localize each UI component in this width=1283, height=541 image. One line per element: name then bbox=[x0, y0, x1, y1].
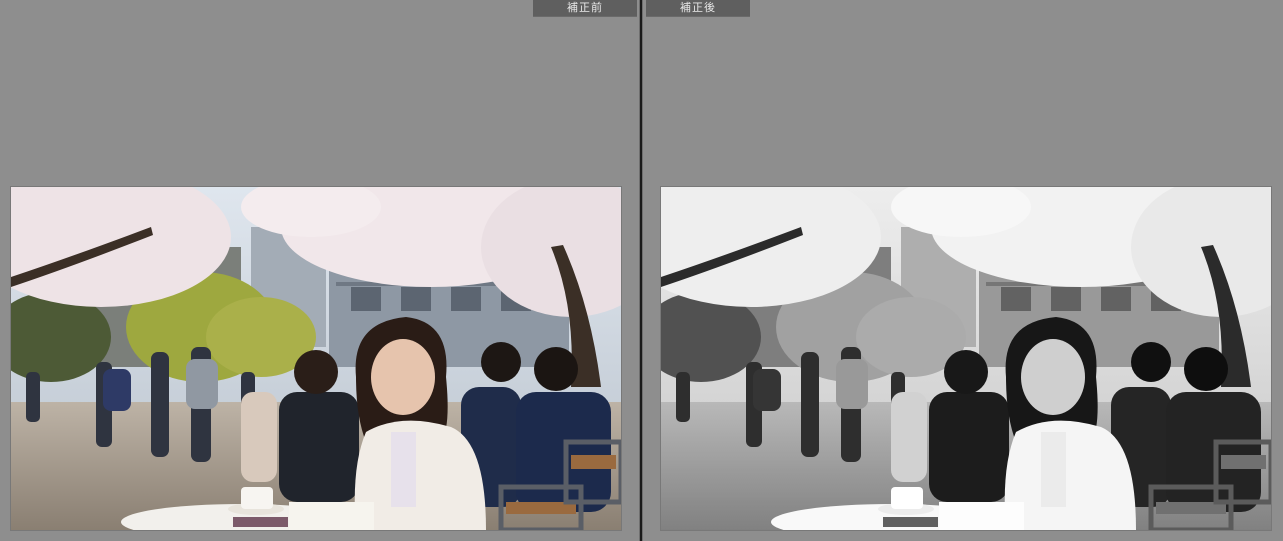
before-pane[interactable]: 補正前 bbox=[0, 0, 639, 541]
after-photo[interactable] bbox=[661, 187, 1271, 530]
before-label: 補正前 bbox=[533, 0, 637, 16]
after-pane[interactable]: 補正後 bbox=[643, 0, 1283, 541]
before-photo-image bbox=[11, 187, 621, 530]
before-after-compare-view: 補正前 補正後 bbox=[0, 0, 1283, 541]
after-photo-image bbox=[661, 187, 1271, 530]
divider-line bbox=[640, 0, 642, 541]
before-photo[interactable] bbox=[11, 187, 621, 530]
after-label: 補正後 bbox=[646, 0, 750, 16]
